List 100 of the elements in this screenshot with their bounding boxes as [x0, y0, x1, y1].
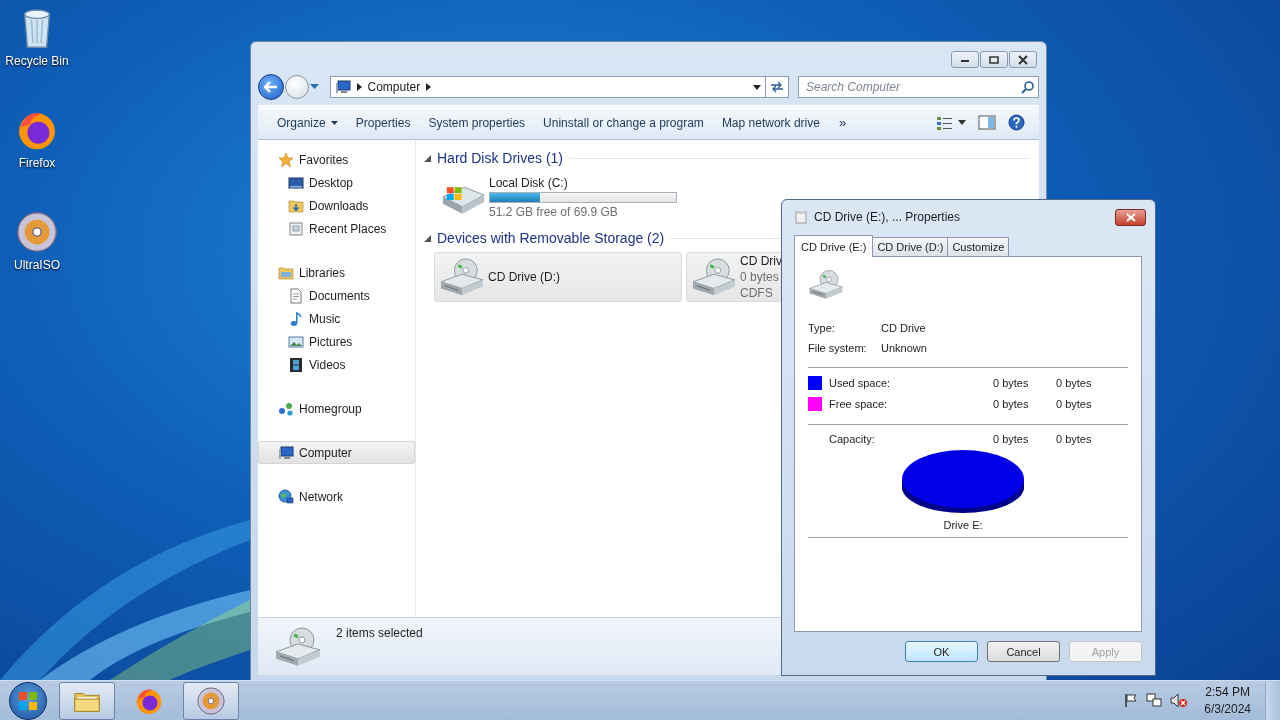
collapse-arrow-icon[interactable] — [424, 234, 431, 242]
field-label: Type: — [808, 321, 836, 334]
more-commands-button[interactable]: » — [828, 115, 857, 130]
refresh-icon — [768, 81, 785, 93]
field-value: CD Drive — [881, 321, 927, 334]
nav-item[interactable]: Videos — [258, 353, 415, 376]
disc-icon — [196, 685, 226, 716]
history-dropdown-icon[interactable] — [310, 84, 319, 90]
drive-label: Drive E: — [943, 518, 983, 531]
capacity-size: 0 bytes — [1056, 432, 1093, 445]
drive-name: CD Driv — [740, 254, 782, 268]
back-arrow-icon — [264, 81, 278, 93]
breadcrumb-item[interactable]: Computer — [367, 80, 421, 94]
computer-icon — [334, 79, 351, 95]
cd-drive-icon — [691, 257, 737, 297]
nav-item[interactable]: Downloads — [258, 194, 415, 217]
preview-pane-icon — [978, 115, 996, 130]
chevron-right-icon[interactable] — [426, 83, 432, 91]
address-bar[interactable]: Computer — [329, 76, 766, 98]
space-bytes: 0 bytes — [993, 397, 1030, 410]
desktop-icon-label[interactable]: UltraISO — [14, 258, 60, 272]
drive-icon — [794, 210, 808, 224]
capacity-label: Capacity: — [829, 432, 876, 445]
help-icon — [1008, 114, 1025, 131]
close-icon — [1018, 54, 1028, 65]
desktop-icon-label[interactable]: Recycle Bin — [5, 54, 69, 68]
restore-icon — [988, 54, 1000, 65]
nav-item[interactable]: Network — [258, 485, 415, 508]
drive-name: CD Drive (D:) — [488, 270, 560, 284]
selection-count: 2 items selected — [336, 626, 423, 640]
close-button[interactable] — [1115, 208, 1146, 226]
star-icon — [278, 151, 294, 168]
nav-item[interactable]: Favorites — [258, 148, 415, 171]
dialog-button[interactable]: OK — [905, 641, 978, 662]
film-icon — [288, 356, 304, 373]
nav-item[interactable]: Desktop — [258, 171, 415, 194]
nav-item[interactable]: Recent Places — [258, 217, 415, 240]
minimize-button[interactable] — [951, 51, 979, 68]
music-note-icon — [288, 310, 304, 327]
taskbar-app-button[interactable] — [183, 681, 239, 720]
network-icon[interactable] — [1146, 693, 1163, 708]
speaker-muted-icon[interactable] — [1170, 693, 1189, 708]
close-icon — [1125, 212, 1136, 222]
drive-tile[interactable]: CD Drive (D:) — [434, 252, 682, 302]
recent-places-icon — [288, 220, 304, 237]
clock-time[interactable]: 2:54 PM — [1205, 683, 1250, 701]
cd-drive-icon — [439, 257, 485, 297]
capacity-bytes: 0 bytes — [993, 432, 1030, 445]
back-button[interactable] — [258, 74, 284, 100]
disc-icon — [15, 210, 59, 254]
section-heading[interactable]: Hard Disk Drives (1) — [437, 150, 563, 166]
folder-download-icon — [288, 197, 304, 214]
desktop-icon-label[interactable]: Firefox — [18, 156, 56, 170]
taskbar-app-button[interactable] — [59, 681, 115, 720]
tab[interactable]: Customize — [947, 237, 1010, 256]
command-button[interactable]: System properties — [419, 111, 535, 134]
flag-icon[interactable] — [1124, 693, 1139, 708]
caret-icon — [958, 120, 966, 125]
search-icon[interactable] — [1021, 80, 1034, 94]
nav-item[interactable]: Documents — [258, 284, 415, 307]
dialog-button[interactable]: Cancel — [987, 641, 1060, 662]
search-box[interactable]: Search Computer — [798, 76, 1039, 98]
search-field[interactable]: Search Computer — [806, 78, 1021, 96]
nav-item[interactable]: Pictures — [258, 330, 415, 353]
space-label: Used space: — [829, 376, 892, 389]
nav-item[interactable]: Computer — [258, 441, 415, 464]
view-list-icon — [936, 115, 954, 130]
close-button[interactable] — [1009, 51, 1037, 68]
command-button[interactable]: Map network drive — [712, 111, 829, 134]
tab[interactable]: CD Drive (E:) — [794, 235, 874, 257]
library-folder-icon — [278, 264, 294, 281]
pictures-icon — [288, 333, 304, 350]
nav-item[interactable]: Homegroup — [258, 397, 415, 420]
space-size: 0 bytes — [1056, 376, 1093, 389]
command-button[interactable]: Organize — [268, 111, 347, 134]
drive-tile[interactable]: Local Disk (C:) 51.2 GB free of 69.9 GB — [434, 172, 682, 222]
four-squares-icon — [18, 690, 38, 711]
start-button[interactable] — [9, 681, 47, 720]
restore-button[interactable] — [980, 51, 1008, 68]
collapse-arrow-icon[interactable] — [424, 154, 431, 162]
clock-date[interactable]: 6/3/2024 — [1204, 700, 1251, 718]
space-bytes: 0 bytes — [993, 376, 1030, 389]
desktop-icon — [288, 174, 304, 191]
dropdown-arrow-icon[interactable] — [752, 84, 761, 90]
network-globe-icon — [278, 488, 294, 505]
nav-item[interactable]: Libraries — [258, 261, 415, 284]
drive-detail: 0 bytes — [740, 270, 780, 284]
homegroup-icon — [278, 400, 294, 417]
document-icon — [288, 287, 304, 304]
drive-name: Local Disk (C:) — [489, 175, 569, 190]
space-label: Free space: — [829, 397, 889, 410]
refresh-button[interactable] — [765, 76, 789, 98]
nav-item[interactable]: Music — [258, 307, 415, 330]
tab[interactable]: CD Drive (D:) — [872, 237, 949, 256]
command-button[interactable]: Uninstall or change a program — [534, 111, 713, 134]
cd-drive-icon — [274, 626, 322, 667]
command-button[interactable]: Properties — [346, 111, 420, 134]
field-value: Unknown — [881, 341, 928, 354]
chevron-right-icon — [356, 83, 362, 91]
section-heading[interactable]: Devices with Removable Storage (2) — [437, 230, 665, 246]
